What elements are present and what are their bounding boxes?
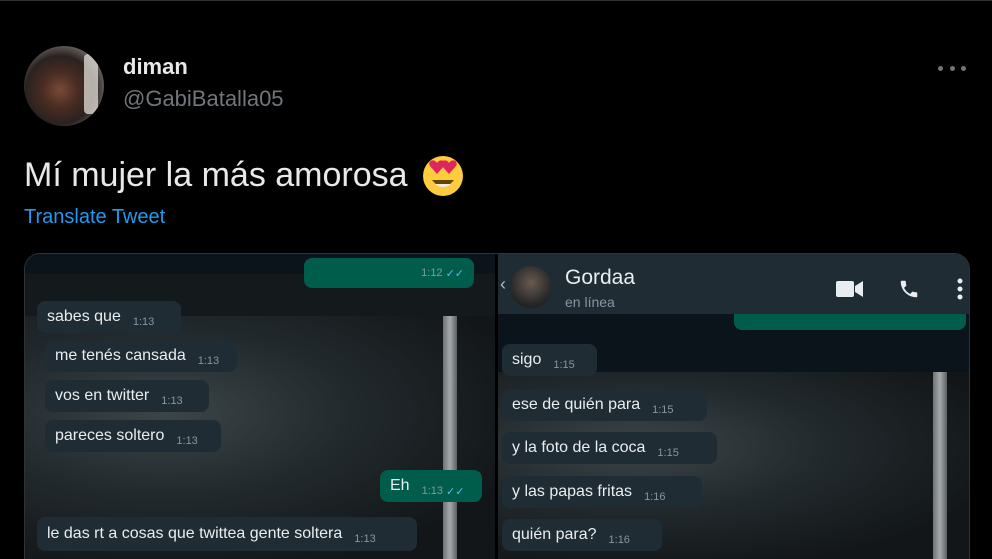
chat-bubble-incoming: sabes que 1:13 [37,301,181,333]
message-time: 1:13 [161,395,183,407]
chat-bubble-outgoing: Eh 1:13 ✓✓ [380,470,482,502]
contact-name[interactable]: Gordaa [565,266,635,290]
read-ticks-icon: ✓✓ [446,485,465,498]
chat-bubble-incoming: vos en twitter 1:13 [45,380,209,412]
chat-bubble-incoming: pareces soltero 1:13 [45,420,221,452]
author-avatar[interactable] [24,46,104,126]
chat-bubble-incoming: me tenés cansada 1:13 [45,340,237,372]
message-time: 1:13 [197,355,220,367]
message-time: 1:13 [421,485,443,497]
more-options-icon[interactable] [938,58,966,78]
author-handle[interactable]: @GabiBatalla05 [123,86,284,112]
message-time: 1:15 [657,447,679,459]
chat-bubble-incoming: ese de quién para 1:15 [502,389,707,421]
message-time: 1:16 [608,534,630,546]
message-text: le das rt a cosas que twittea gente solt… [47,525,343,542]
message-text: me tenés cansada [55,347,186,364]
top-divider [0,0,992,1]
heart-eyes-emoji-icon [422,156,463,196]
read-ticks-icon: ✓✓ [445,267,464,280]
message-text: Eh [390,477,410,494]
chat-bubble-incoming: sigo 1:15 [502,344,597,376]
message-text: vos en twitter [55,387,150,404]
message-time: 1:16 [644,491,666,503]
message-time: 1:13 [132,316,155,328]
back-arrow-icon[interactable]: ‹ [500,274,506,295]
message-time: 1:15 [553,359,575,371]
translate-tweet-link[interactable]: Translate Tweet [24,206,165,229]
tweet-text: Mí mujer la más amorosa [24,152,466,198]
chat-menu-icon[interactable] [957,278,963,300]
author-display-name[interactable]: diman [123,54,188,80]
chat-bubble-incoming: quién para? 1:16 [502,519,662,551]
message-text: ese de quién para [512,396,641,413]
message-time: 1:12 [421,267,443,279]
chat-header: ‹ Gordaa en línea [498,254,969,314]
chat-bubble-incoming: y la foto de la coca 1:15 [502,432,717,464]
message-text: y la foto de la coca [512,439,646,456]
tweet-media[interactable]: 1:12 ✓✓ sabes que 1:13 me tenés cansada 1:1… [24,253,970,559]
video-call-icon[interactable] [836,280,864,298]
voice-call-icon[interactable] [898,278,920,300]
chat-bubble-outgoing [734,314,966,330]
chat-bubble-incoming: y las papas fritas 1:16 [502,476,702,508]
tweet-body: Mí mujer la más amorosa [24,155,408,194]
chat-screenshot-right[interactable]: ‹ Gordaa en línea sigo 1:15 ese de quién … [498,254,969,559]
message-text: sabes que [47,308,121,325]
message-time: 1:13 [354,533,376,545]
message-time: 1:13 [176,435,198,447]
message-text: y las papas fritas [512,483,633,500]
message-time: 1:15 [652,404,674,416]
message-text: sigo [512,351,542,368]
chat-bubble-incoming: le das rt a cosas que twittea gente solt… [37,517,417,551]
chat-bubble-outgoing: 1:12 ✓✓ [304,258,474,288]
message-text: quién para? [512,526,597,543]
contact-avatar[interactable] [510,266,552,308]
message-text: pareces soltero [55,427,165,444]
contact-status: en línea [565,294,615,310]
chat-screenshot-left[interactable]: 1:12 ✓✓ sabes que 1:13 me tenés cansada 1:1… [25,254,495,559]
